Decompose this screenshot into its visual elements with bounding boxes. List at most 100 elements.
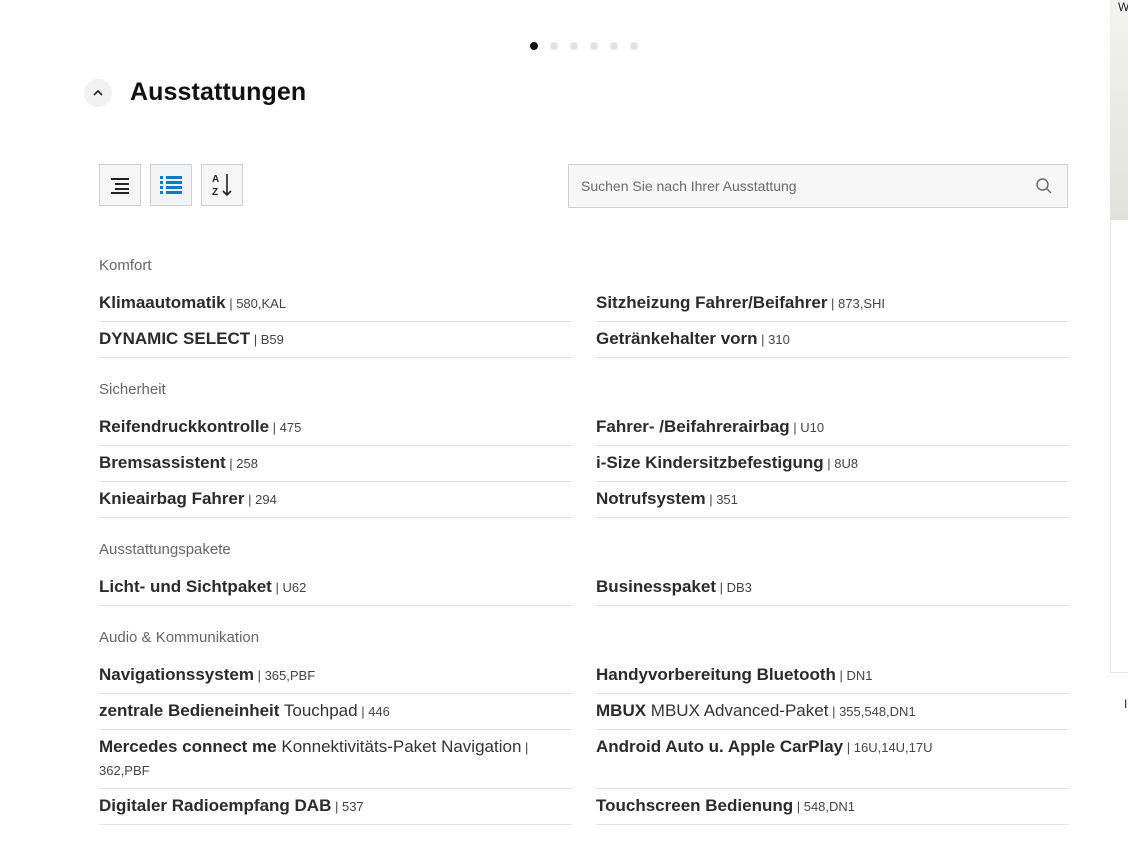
equipment-grid: Klimaautomatik | 580,KAL Sitzheizung Fahr…	[99, 286, 1069, 358]
equipment-grid: Navigationssystem | 365,PBF Handyvorberei…	[99, 658, 1069, 825]
code-separator: |	[827, 296, 839, 311]
equipment-list: Komfort Klimaautomatik | 580,KAL Sitzheizu…	[99, 256, 1069, 847]
code-separator: |	[705, 492, 717, 507]
code-separator: |	[789, 420, 801, 435]
equipment-name: MBUX	[596, 701, 647, 720]
svg-text:A: A	[212, 174, 219, 185]
equipment-code: 355,548,DN1	[839, 704, 916, 719]
code-separator: |	[331, 799, 342, 814]
equipment-item: DYNAMIC SELECT | B59	[99, 322, 572, 358]
equipment-grid: Reifendruckkontrolle | 475 Fahrer- /Beifa…	[99, 410, 1069, 518]
carousel-dot[interactable]	[570, 42, 578, 50]
equipment-subtitle: Touchpad	[283, 701, 358, 720]
equipment-name: Getränkehalter vorn	[596, 329, 758, 348]
equipment-name: Licht- und Sichtpaket	[99, 577, 272, 596]
equipment-code: 8U8	[834, 456, 859, 471]
chevron-up-icon	[93, 89, 103, 96]
group-title: Ausstattungspakete	[99, 541, 231, 558]
code-separator: |	[357, 704, 369, 719]
equipment-item: Getränkehalter vorn | 310	[596, 322, 1069, 358]
equipment-code: 362,PBF	[99, 763, 150, 778]
code-separator: |	[521, 740, 529, 755]
equipment-item: Bremsassistent | 258	[99, 446, 572, 482]
carousel-dot[interactable]	[610, 42, 618, 50]
code-separator: |	[843, 740, 854, 755]
equipment-name: Fahrer- /Beifahrerairbag	[596, 417, 790, 436]
equipment-item: Businesspaket | DB3	[596, 570, 1069, 606]
code-separator: |	[225, 456, 237, 471]
compact-list-view-button[interactable]	[99, 164, 141, 206]
equipment-code: 580,KAL	[236, 296, 287, 311]
equipment-item: Mercedes connect me Konnektivitäts-Paket…	[99, 730, 572, 789]
equipment-code: 365,PBF	[264, 668, 316, 683]
carousel-dot[interactable]	[590, 42, 598, 50]
equipment-code: 873,SHI	[838, 296, 886, 311]
section-header: Ausstattungen	[84, 78, 306, 107]
equipment-item: Klimaautomatik | 580,KAL	[99, 286, 572, 322]
code-separator: |	[757, 332, 769, 347]
side-panel-text-bottom: I	[1124, 697, 1128, 711]
equipment-code: 537	[341, 799, 364, 814]
sort-alphabetical-button[interactable]: A Z	[201, 164, 243, 206]
code-separator: |	[793, 799, 804, 814]
code-separator: |	[225, 296, 237, 311]
code-separator: |	[244, 492, 256, 507]
equipment-code: 475	[279, 420, 302, 435]
equipment-name: DYNAMIC SELECT	[99, 329, 251, 348]
detailed-list-view-button[interactable]	[150, 164, 192, 206]
side-panel-text: W	[1118, 0, 1128, 14]
equipment-subtitle: MBUX Advanced-Paket	[650, 701, 829, 720]
equipment-code: DN1	[846, 668, 873, 683]
equipment-search	[568, 164, 1068, 208]
equipment-code: 548,DN1	[803, 799, 856, 814]
code-separator: |	[271, 580, 283, 595]
equipment-code: B59	[260, 332, 284, 347]
equipment-subtitle: Konnektivitäts-Paket Navigation	[281, 737, 522, 756]
equipment-code: 351	[716, 492, 738, 507]
equipment-name: Touchscreen Bedienung	[596, 796, 794, 815]
equipment-item: Touchscreen Bedienung | 548,DN1	[596, 789, 1069, 825]
list-bullets-icon	[160, 176, 182, 194]
equipment-item: Android Auto u. Apple CarPlay | 16U,14U,…	[596, 730, 1069, 789]
collapse-section-button[interactable]	[84, 78, 112, 107]
carousel-dot[interactable]	[530, 42, 538, 50]
equipment-name: Sitzheizung Fahrer/Beifahrer	[596, 293, 828, 312]
equipment-item: Navigationssystem | 365,PBF	[99, 658, 572, 694]
carousel-pagination	[530, 42, 638, 50]
equipment-item: MBUX MBUX Advanced-Paket | 355,548,DN1	[596, 694, 1069, 730]
equipment-name: Handyvorbereitung Bluetooth	[596, 665, 836, 684]
equipment-name: Bremsassistent	[99, 453, 226, 472]
search-icon[interactable]	[1035, 177, 1053, 200]
group-title: Audio & Kommunikation	[99, 629, 260, 646]
list-indent-icon	[111, 178, 129, 194]
equipment-item: Sitzheizung Fahrer/Beifahrer | 873,SHI	[596, 286, 1069, 322]
carousel-dot[interactable]	[630, 42, 638, 50]
equipment-group: Sicherheit Reifendruckkontrolle | 475 Fahr…	[99, 380, 1069, 518]
equipment-code: DB3	[726, 580, 752, 595]
equipment-name: Mercedes connect me	[99, 737, 277, 756]
equipment-item: i-Size Kindersitzbefestigung | 8U8	[596, 446, 1069, 482]
code-separator: |	[716, 580, 727, 595]
equipment-code: U10	[800, 420, 825, 435]
equipment-group: Audio & Kommunikation Navigationssystem |…	[99, 628, 1069, 825]
equipment-item: Licht- und Sichtpaket | U62	[99, 570, 572, 606]
equipment-code: 310	[768, 332, 790, 347]
sort-az-icon: A Z	[212, 174, 232, 198]
equipment-name: Knieairbag Fahrer	[99, 489, 245, 508]
equipment-item: Knieairbag Fahrer | 294	[99, 482, 572, 518]
equipment-name: Notrufsystem	[596, 489, 706, 508]
code-separator: |	[253, 668, 265, 683]
carousel-dot[interactable]	[550, 42, 558, 50]
equipment-grid: Licht- und Sichtpaket | U62 Businesspaket…	[99, 570, 1069, 606]
search-input[interactable]	[569, 165, 1021, 207]
view-toolbar: A Z	[99, 164, 243, 206]
equipment-code: 258	[236, 456, 258, 471]
code-separator: |	[250, 332, 261, 347]
equipment-item: Digitaler Radioempfang DAB | 537	[99, 789, 572, 825]
vehicle-image	[1110, 0, 1128, 220]
equipment-item: Reifendruckkontrolle | 475	[99, 410, 572, 446]
equipment-name: Digitaler Radioempfang DAB	[99, 796, 332, 815]
equipment-group: Komfort Klimaautomatik | 580,KAL Sitzheizu…	[99, 256, 1069, 358]
equipment-name: Android Auto u. Apple CarPlay	[596, 737, 844, 756]
equipment-name: Navigationssystem	[99, 665, 254, 684]
